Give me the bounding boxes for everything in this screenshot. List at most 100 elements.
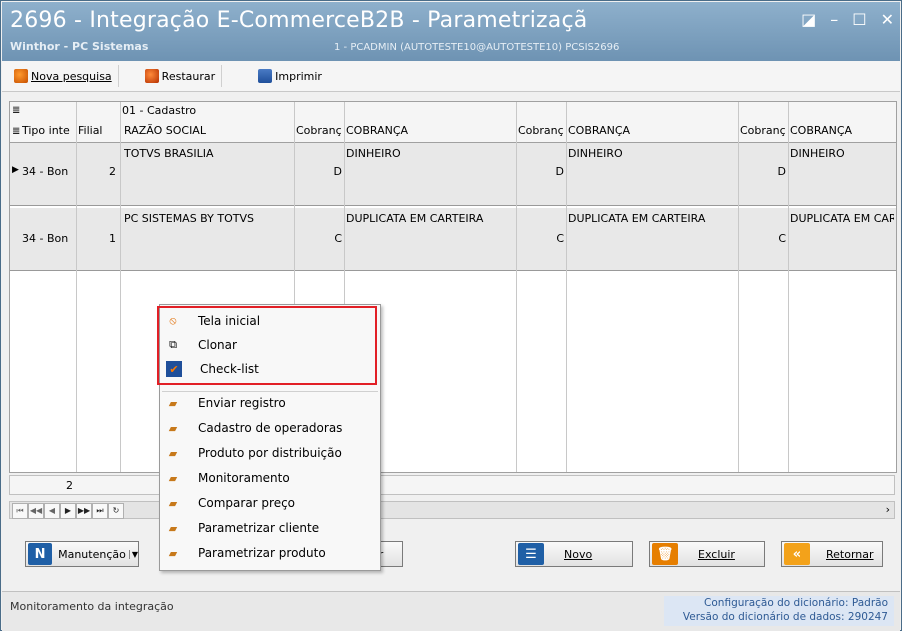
- title-bar: 2696 - Integração E-CommerceB2B - Parame…: [2, 2, 900, 61]
- col-header-cobranca-2[interactable]: COBRANÇA: [568, 124, 738, 137]
- menu-item-monitoramento[interactable]: ▰ Monitoramento: [160, 466, 380, 490]
- cell-filial[interactable]: 1: [78, 232, 116, 245]
- context-menu: ⦸ Tela inicial ⧉ Clonar ✔ Check-list ▰ E…: [159, 304, 381, 571]
- col-header-razao[interactable]: RAZÃO SOCIAL: [124, 124, 294, 137]
- printer-icon: [258, 69, 273, 83]
- folder-icon: ▰: [168, 446, 178, 460]
- grid-menu-icon-2[interactable]: ≣: [12, 126, 20, 137]
- window-controls: ◪ – ☐ ✕: [801, 10, 894, 29]
- scroll-right-icon[interactable]: ›: [886, 503, 890, 516]
- folder-icon: ▰: [168, 546, 178, 560]
- cell-cobranca-2[interactable]: DUPLICATA EM CARTEIRA: [568, 212, 738, 225]
- menu-item-clonar[interactable]: ⧉ Clonar: [160, 333, 380, 357]
- dictionary-info: Configuração do dicionário: Padrão Versã…: [664, 596, 894, 626]
- print-button[interactable]: Imprimir: [252, 65, 328, 87]
- folder-icon: ▰: [168, 421, 178, 435]
- first-page-icon[interactable]: ⏮: [12, 503, 28, 519]
- cell-tipo[interactable]: 34 - Bon: [22, 232, 76, 245]
- col-header-cobranca-code-1[interactable]: Cobranç: [296, 124, 344, 137]
- cell-cobranca-code-1[interactable]: D: [296, 165, 342, 178]
- restore-button[interactable]: Restaurar: [139, 65, 223, 87]
- col-divider: [738, 102, 739, 472]
- menu-item-cadastro-operadoras[interactable]: ▰ Cadastro de operadoras: [160, 416, 380, 440]
- next-page-icon[interactable]: ▶▶: [76, 503, 92, 519]
- new-button[interactable]: ☰ Novo: [515, 541, 633, 567]
- table-row[interactable]: ▶ 34 - Bon 2 TOTVS BRASILIA D DINHEIRO D…: [10, 143, 896, 206]
- maintenance-label: Manutenção: [58, 547, 126, 561]
- dropdown-arrow-icon[interactable]: ▼: [128, 549, 138, 559]
- cell-tipo[interactable]: 34 - Bon: [22, 165, 76, 178]
- folder-icon: ▰: [168, 396, 178, 410]
- status-bar: Monitoramento da integração Configuração…: [2, 591, 900, 631]
- table-row[interactable]: 34 - Bon 1 PC SISTEMAS BY TOTVS C DUPLIC…: [10, 208, 896, 271]
- menu-item-label: Cadastro de operadoras: [198, 421, 343, 435]
- prev-page-icon[interactable]: ◀◀: [28, 503, 44, 519]
- col-header-tipo[interactable]: Tipo inte: [22, 124, 76, 137]
- menu-item-label: Enviar registro: [198, 396, 286, 410]
- home-icon: ⦸: [169, 314, 177, 327]
- col-header-cobranca-code-3[interactable]: Cobranç: [740, 124, 788, 137]
- cell-cobranca-1[interactable]: DINHEIRO: [346, 147, 516, 160]
- menu-item-tela-inicial[interactable]: ⦸ Tela inicial: [160, 309, 380, 333]
- close-icon[interactable]: ✕: [881, 10, 894, 29]
- minimize-icon[interactable]: –: [830, 10, 838, 29]
- cell-cobranca-code-2[interactable]: D: [518, 165, 564, 178]
- checkbox-icon: ✔: [166, 361, 182, 377]
- cell-cobranca-code-1[interactable]: C: [296, 232, 342, 245]
- maintenance-button[interactable]: N Manutenção ▼: [25, 541, 139, 567]
- col-header-cobranca-1[interactable]: COBRANÇA: [346, 124, 516, 137]
- last-page-icon[interactable]: ⏭: [92, 503, 108, 519]
- navigation-bar: ⏮ ◀◀ ◀ ▶ ▶▶ ⏭ ↻ ›: [9, 501, 895, 519]
- delete-button[interactable]: 🗑 Excluir: [649, 541, 765, 567]
- restore-icon: [144, 69, 159, 83]
- menu-item-produto-distribuicao[interactable]: ▰ Produto por distribuição: [160, 441, 380, 465]
- status-text: Monitoramento da integração: [10, 600, 174, 613]
- toolbar: Nova pesquisa Restaurar Imprimir: [2, 61, 900, 92]
- grid-footer: 2 ⏮ ◀◀ ◀ ▶ ▶▶ ⏭ ↻ ›: [9, 475, 895, 525]
- col-header-cobranca-3[interactable]: COBRANÇA: [790, 124, 890, 137]
- menu-item-enviar-registro[interactable]: ▰ Enviar registro: [160, 391, 380, 415]
- folder-icon: ▰: [168, 496, 178, 510]
- cell-cobranca-3[interactable]: DINHEIRO: [790, 147, 894, 160]
- cell-cobranca-3[interactable]: DUPLICATA EM CART: [790, 212, 894, 225]
- cell-razao[interactable]: TOTVS BRASILIA: [124, 147, 294, 160]
- restore-window-icon[interactable]: ◪: [801, 10, 816, 29]
- col-divider: [516, 102, 517, 472]
- menu-item-comparar-preco[interactable]: ▰ Comparar preço: [160, 491, 380, 515]
- next-record-icon[interactable]: ▶: [60, 503, 76, 519]
- cell-razao[interactable]: PC SISTEMAS BY TOTVS: [124, 212, 294, 225]
- record-count: 2: [66, 479, 73, 492]
- new-search-button[interactable]: Nova pesquisa: [8, 65, 119, 87]
- menu-item-label: Check-list: [200, 362, 259, 376]
- cell-cobranca-code-3[interactable]: C: [740, 232, 786, 245]
- window-title: 2696 - Integração E-CommerceB2B - Parame…: [10, 8, 588, 33]
- refresh-icon[interactable]: ↻: [108, 503, 124, 519]
- menu-item-check-list[interactable]: ✔ Check-list: [160, 357, 380, 381]
- cell-cobranca-1[interactable]: DUPLICATA EM CARTEIRA: [346, 212, 516, 225]
- menu-item-parametrizar-produto[interactable]: ▰ Parametrizar produto: [160, 541, 380, 565]
- grid-menu-icon[interactable]: ≣: [12, 105, 20, 116]
- cell-cobranca-2[interactable]: DINHEIRO: [568, 147, 738, 160]
- folder-icon: ▰: [168, 471, 178, 485]
- data-grid[interactable]: ≣ ≣ 01 - Cadastro Tipo inte Filial RAZÃO…: [9, 101, 897, 473]
- cell-filial[interactable]: 2: [78, 165, 116, 178]
- menu-item-label: Clonar: [198, 338, 237, 352]
- dictionary-config: Configuração do dicionário: Padrão: [704, 597, 888, 609]
- col-header-cobranca-code-2[interactable]: Cobranç: [518, 124, 566, 137]
- new-search-label: Nova pesquisa: [31, 69, 112, 83]
- band-label: 01 - Cadastro: [122, 104, 197, 117]
- return-button[interactable]: « Retornar: [781, 541, 883, 567]
- folder-icon: ▰: [168, 521, 178, 535]
- col-header-filial[interactable]: Filial: [78, 124, 118, 137]
- trash-icon: 🗑: [652, 543, 678, 565]
- maximize-icon[interactable]: ☐: [852, 10, 866, 29]
- cell-cobranca-code-3[interactable]: D: [740, 165, 786, 178]
- new-icon: ☰: [518, 543, 544, 565]
- maintenance-icon: N: [28, 543, 53, 565]
- return-label: Retornar: [826, 547, 874, 561]
- menu-item-label: Produto por distribuição: [198, 446, 342, 460]
- menu-item-parametrizar-cliente[interactable]: ▰ Parametrizar cliente: [160, 516, 380, 540]
- grid-header: ≣ ≣ 01 - Cadastro Tipo inte Filial RAZÃO…: [10, 102, 896, 143]
- cell-cobranca-code-2[interactable]: C: [518, 232, 564, 245]
- prev-record-icon[interactable]: ◀: [44, 503, 60, 519]
